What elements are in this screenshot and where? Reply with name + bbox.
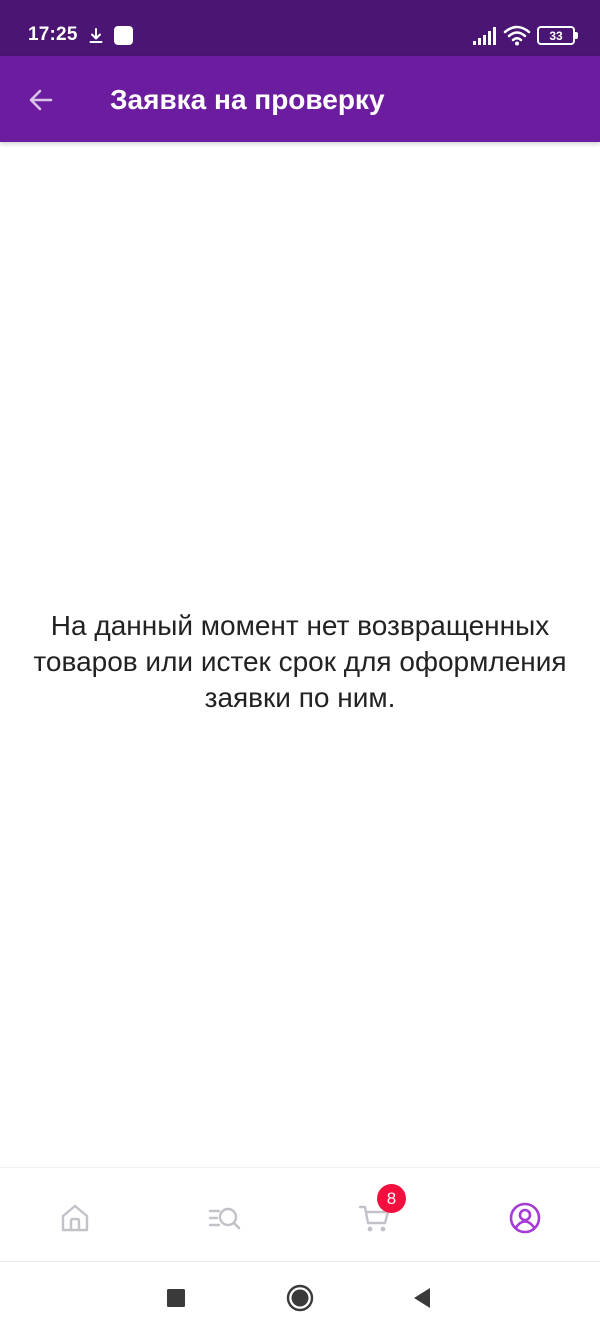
back-triangle-icon — [414, 1288, 430, 1308]
status-time: 17:25 — [28, 24, 78, 45]
signal-icon — [472, 26, 498, 46]
nav-catalog-button[interactable] — [202, 1196, 246, 1240]
notification-square-icon — [114, 26, 133, 45]
home-circle-icon — [286, 1284, 314, 1312]
download-icon — [86, 26, 106, 46]
catalog-search-icon — [208, 1207, 241, 1230]
nav-cart-button[interactable]: 8 — [353, 1184, 406, 1240]
nav-profile-button[interactable] — [503, 1196, 547, 1240]
screen: 17:25 33 Заявка на проверку На данный мо… — [0, 0, 600, 1332]
home-icon — [61, 1204, 89, 1232]
main-content: На данный момент нет возвращенных товаро… — [0, 142, 600, 1167]
system-back-button[interactable] — [406, 1282, 438, 1314]
empty-state-message: На данный момент нет возвращенных товаро… — [33, 610, 567, 713]
system-navigation-bar — [0, 1262, 600, 1332]
battery-level: 33 — [549, 28, 563, 43]
page-title: Заявка на проверку — [110, 84, 385, 115]
wifi-icon — [503, 24, 531, 46]
battery-icon: 33 — [537, 26, 578, 45]
status-bar: 17:25 33 — [0, 0, 600, 56]
app-bar: Заявка на проверку — [0, 56, 600, 142]
bottom-navigation: 8 — [0, 1167, 600, 1262]
back-button[interactable] — [18, 77, 64, 123]
nav-home-button[interactable] — [53, 1196, 97, 1240]
recent-apps-icon — [167, 1289, 185, 1307]
arrow-left-icon — [29, 89, 53, 111]
recent-apps-button[interactable] — [160, 1282, 192, 1314]
system-home-button[interactable] — [284, 1282, 316, 1314]
profile-icon — [509, 1202, 541, 1234]
cart-count-badge: 8 — [377, 1184, 406, 1213]
